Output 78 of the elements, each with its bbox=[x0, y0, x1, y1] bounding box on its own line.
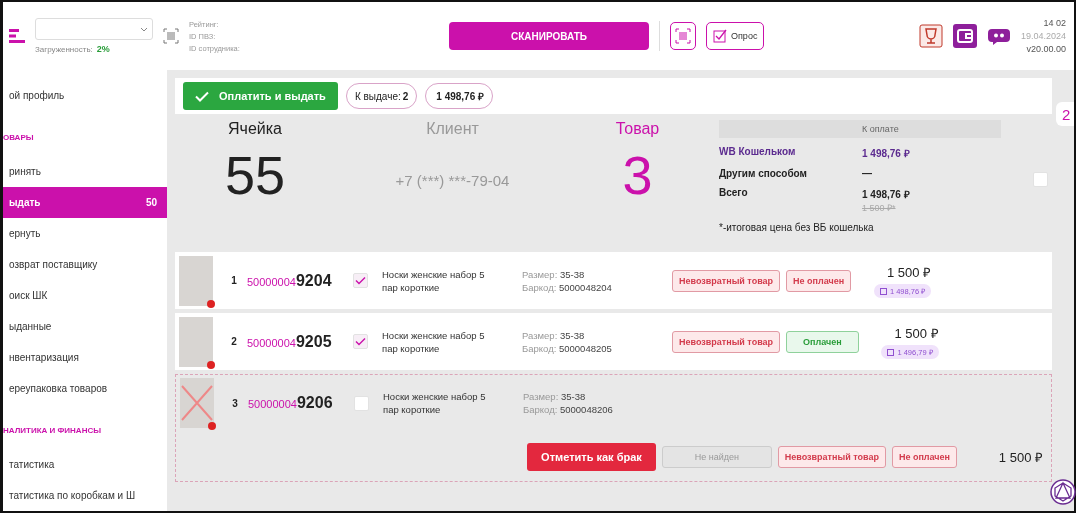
to-issue-chip: К выдаче: 2 bbox=[345, 83, 418, 109]
date: 19.04.2024 bbox=[1020, 29, 1066, 43]
checkbox[interactable] bbox=[353, 334, 368, 349]
item-code: 500000049206 bbox=[248, 394, 334, 412]
product-name: Носки женские набор 5 пар короткие bbox=[382, 328, 486, 355]
item-code: 500000049204 bbox=[247, 271, 333, 290]
item-price: 1 500 ₽ bbox=[887, 264, 932, 281]
sidebar-item[interactable]: ыдать 50 bbox=[3, 186, 167, 218]
version-label: v20.00.00 bbox=[1025, 42, 1066, 56]
wine-glass-icon[interactable] bbox=[918, 24, 943, 48]
cell-label: Ячейка bbox=[228, 120, 282, 138]
load-value: 2% bbox=[96, 44, 110, 54]
dropdown-field[interactable] bbox=[35, 18, 153, 40]
sidebar-item[interactable]: ернуть bbox=[3, 217, 167, 249]
payment-value: 1 498,76 ₽ bbox=[862, 147, 910, 160]
size-text: Размер: 35-38 bbox=[522, 329, 585, 341]
payment-label: WB Кошельком bbox=[719, 146, 797, 159]
item-index: 3 bbox=[231, 397, 239, 409]
payment-value: — bbox=[862, 168, 872, 179]
sidebar-item[interactable]: ринять bbox=[3, 155, 167, 187]
barcode-button[interactable] bbox=[670, 22, 696, 50]
cell-number: 55 bbox=[224, 144, 286, 206]
payment-header: К оплате bbox=[719, 120, 1001, 138]
sidebar-item[interactable]: озврат поставщику bbox=[3, 248, 167, 280]
item-price: 1 500 ₽ bbox=[894, 325, 939, 342]
sidebar-item[interactable]: ыданные bbox=[3, 311, 167, 343]
goods-label: Товар bbox=[615, 120, 660, 138]
goods-count: 3 bbox=[622, 144, 653, 206]
status-tag: Не оплачен bbox=[891, 446, 957, 468]
checkbox[interactable] bbox=[354, 395, 369, 411]
item-index: 1 bbox=[230, 275, 238, 286]
survey-button[interactable]: Опрос bbox=[706, 22, 765, 50]
product-name: Носки женские набор 5 пар короткие bbox=[383, 390, 487, 416]
check-icon bbox=[195, 90, 209, 102]
old-price: 1 500 ₽* bbox=[862, 202, 897, 214]
size-text: Размер: 35-38 bbox=[523, 391, 586, 402]
client-label: Клиент bbox=[426, 120, 479, 138]
status-tag: Не найден bbox=[661, 446, 772, 468]
menu-icon[interactable] bbox=[9, 29, 25, 43]
chevron-icon bbox=[140, 26, 148, 32]
status-tag: Невозвратный товар bbox=[672, 269, 781, 292]
status-tag: Оплачен bbox=[786, 330, 859, 353]
sidebar-item[interactable]: ой профиль bbox=[3, 80, 167, 112]
status-tag: Невозвратный товар bbox=[672, 330, 781, 353]
client-phone: +7 (***) ***-79-04 bbox=[395, 172, 510, 189]
barcode-text: Баркод: 5000048205 bbox=[522, 342, 612, 354]
status-tag: Невозвратный товар bbox=[777, 446, 886, 468]
item-price: 1 500 ₽ bbox=[998, 449, 1043, 466]
barcode-icon bbox=[163, 28, 179, 44]
barcode-text: Баркод: 5000048204 bbox=[522, 281, 612, 293]
mark-defect-button[interactable]: Отметить как брак bbox=[527, 443, 656, 471]
checkbox-icon bbox=[713, 29, 727, 43]
sidebar-item[interactable]: оиск ШК bbox=[3, 280, 167, 312]
scan-button[interactable]: СКАНИРОВАТЬ bbox=[449, 22, 649, 50]
checkbox[interactable] bbox=[1033, 172, 1048, 187]
barcode-icon bbox=[675, 28, 691, 44]
sidebar-item[interactable]: ереупаковка товаров bbox=[3, 373, 167, 405]
sidebar-item[interactable]: татистика bbox=[3, 449, 167, 481]
total-chip: 1 498,76 ₽ bbox=[425, 83, 493, 109]
price-note: *-итоговая цена без ВБ кошелька bbox=[719, 222, 875, 233]
product-name: Носки женские набор 5 пар короткие bbox=[382, 267, 486, 294]
item-index: 2 bbox=[230, 336, 238, 347]
sidebar-section-title: НАЛИТИКА И ФИНАНСЫ bbox=[3, 426, 102, 436]
payment-value: 1 498,76 ₽ bbox=[862, 188, 910, 201]
sidebar-item[interactable]: нвентаризация bbox=[3, 342, 167, 374]
payment-label: Всего bbox=[719, 187, 749, 200]
sidebar-item[interactable]: татистика по коробкам и Ш bbox=[3, 480, 167, 512]
logo-icon[interactable] bbox=[1050, 479, 1076, 505]
payment-label: Другим способом bbox=[719, 168, 808, 179]
barcode-text: Баркод: 5000048206 bbox=[523, 404, 613, 415]
time: 14 02 bbox=[1042, 16, 1066, 30]
item-code: 500000049205 bbox=[247, 332, 333, 351]
side-tab[interactable]: 2 bbox=[1056, 102, 1074, 126]
status-tag: Не оплачен bbox=[786, 269, 852, 292]
checkbox[interactable] bbox=[353, 273, 368, 288]
size-text: Размер: 35-38 bbox=[522, 268, 585, 280]
sidebar-section-title: ОВАРЫ bbox=[3, 132, 34, 142]
load-label: Загруженность: bbox=[35, 45, 93, 54]
